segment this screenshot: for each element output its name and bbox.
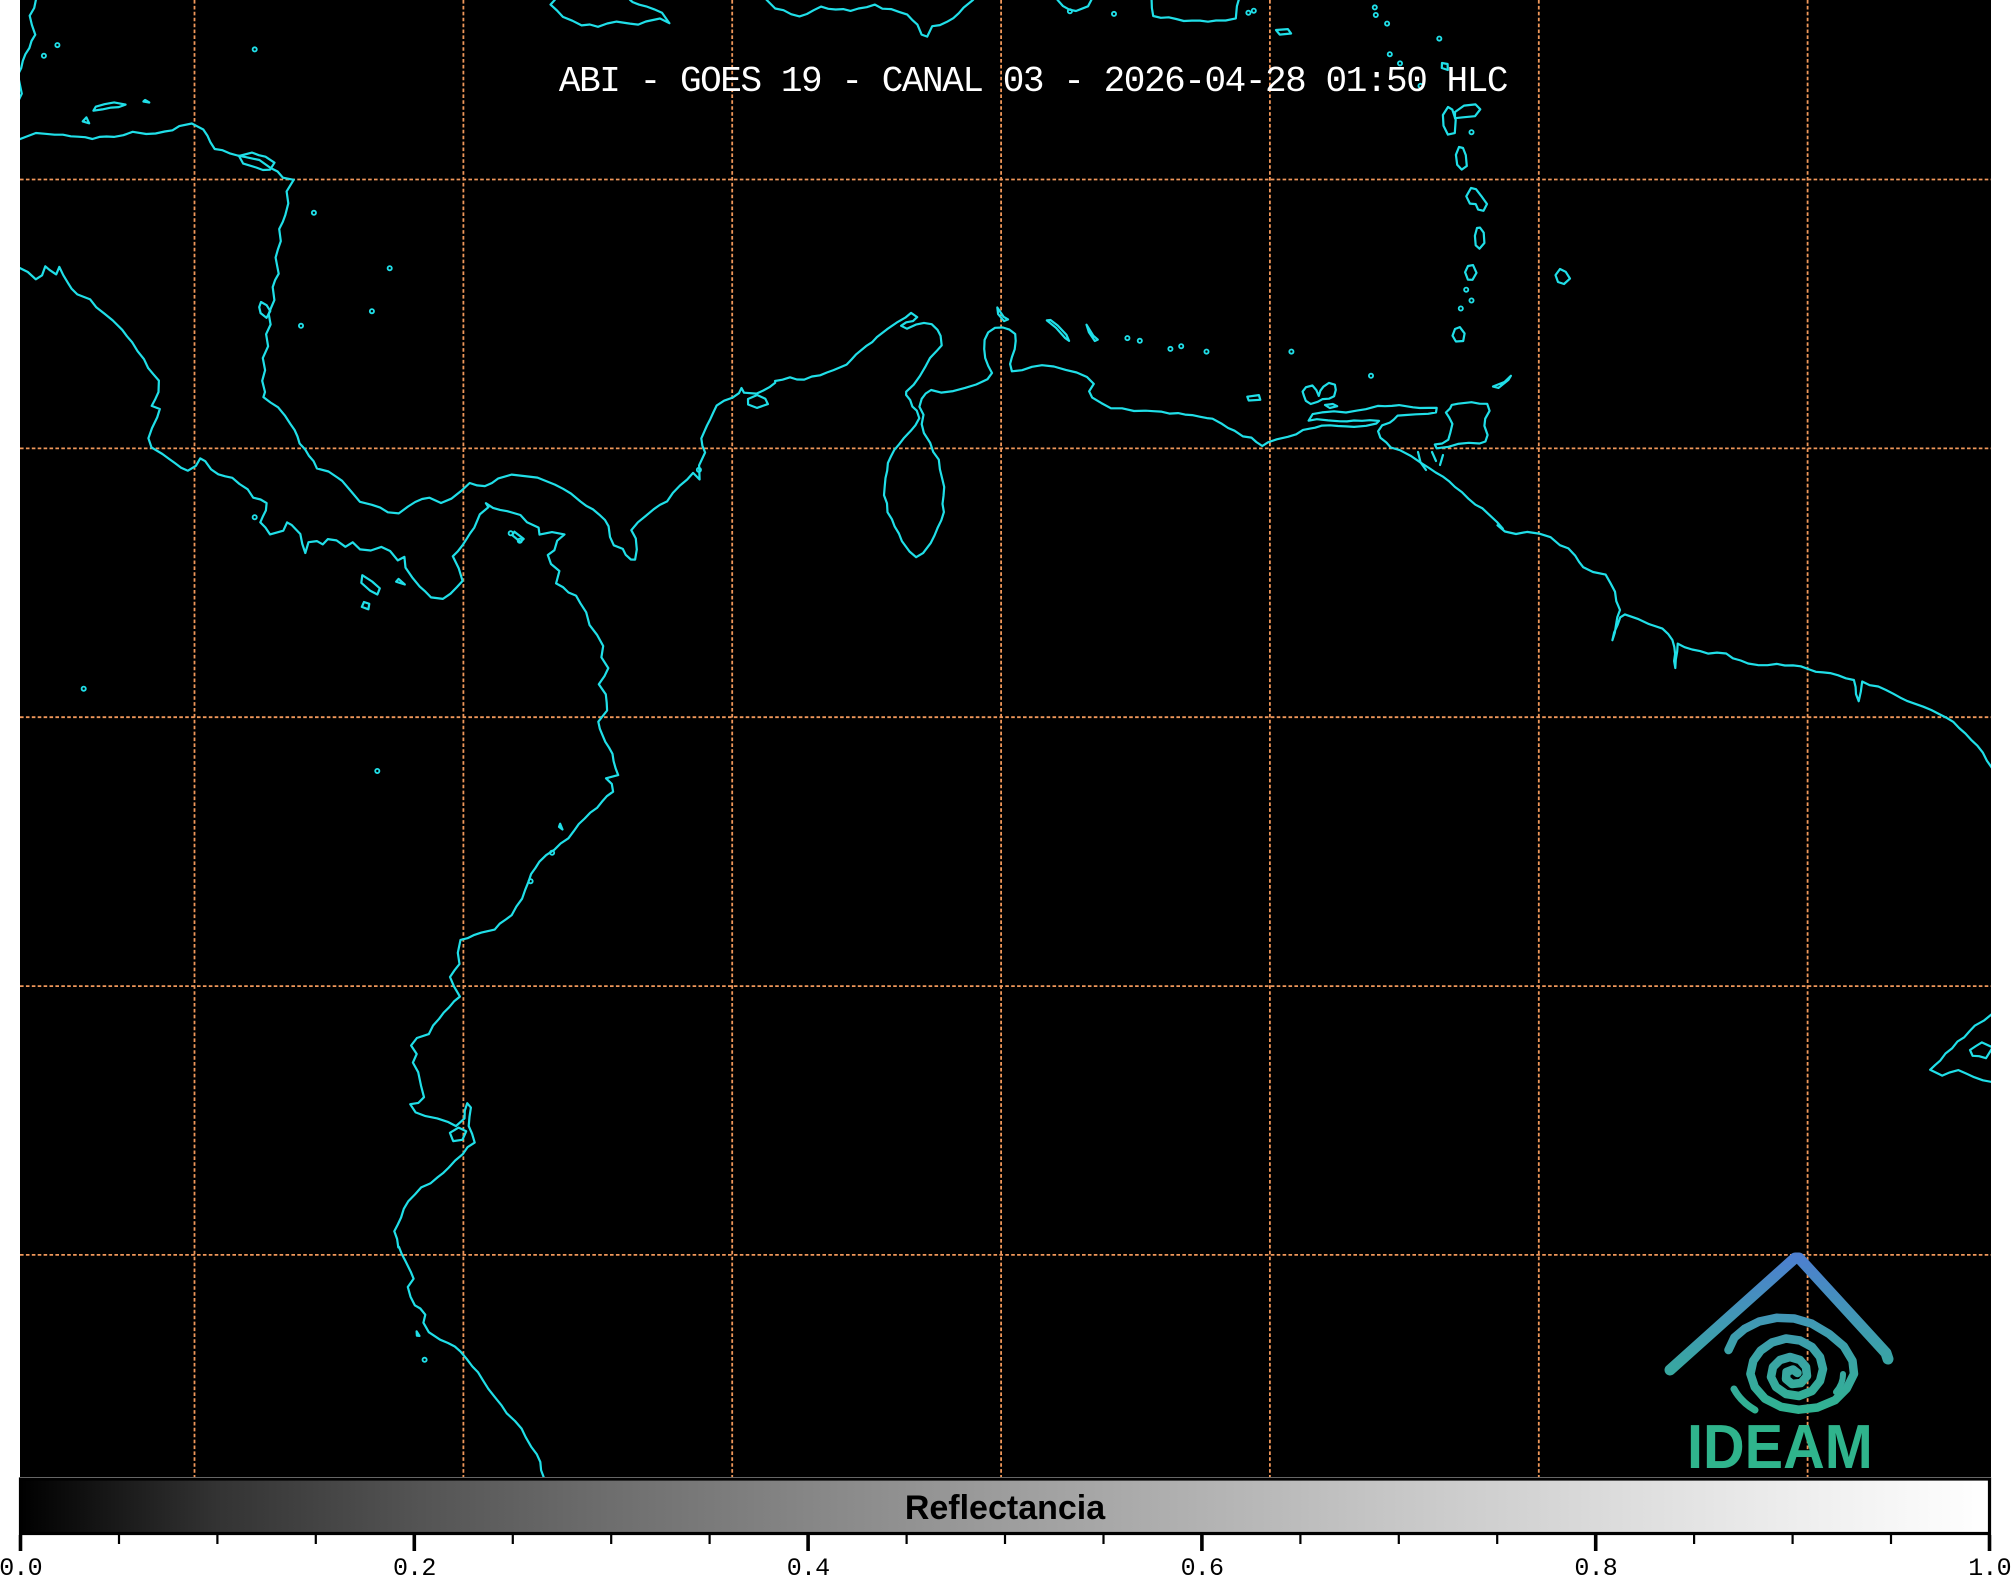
svg-text:ABI - GOES 19 - CANAL 03 - 202: ABI - GOES 19 - CANAL 03 - 2026-04-28 01…: [559, 61, 1508, 102]
svg-text:0.4: 0.4: [787, 1554, 830, 1577]
svg-text:IDEAM: IDEAM: [1687, 1412, 1873, 1481]
svg-text:Reflectancia: Reflectancia: [905, 1489, 1106, 1527]
svg-text:0.2: 0.2: [393, 1554, 436, 1577]
svg-text:0.0: 0.0: [0, 1554, 42, 1577]
svg-text:0.6: 0.6: [1181, 1554, 1224, 1577]
svg-text:1.0: 1.0: [1968, 1554, 2011, 1577]
svg-text:0.8: 0.8: [1574, 1554, 1617, 1577]
